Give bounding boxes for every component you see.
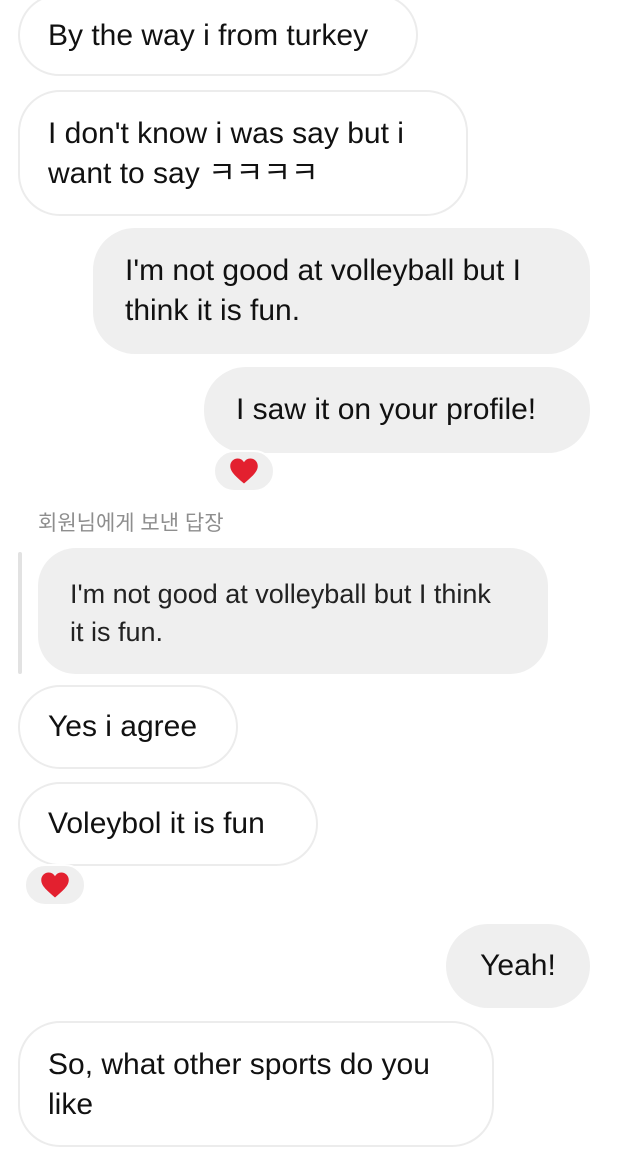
message-bubble-sent[interactable]: Yeah! [446,924,590,1008]
heart-icon [41,872,69,898]
message-text: Voleybol it is fun [48,807,265,840]
message-bubble-received[interactable]: So, what other sports do you like [18,1021,494,1147]
message-text: By the way i from turkey [48,19,369,52]
message-text: I'm not good at volleyball but I think i… [125,254,521,327]
message-bubble-received[interactable]: I don't know i was say but i want to say… [18,90,468,216]
quoted-message-text: I'm not good at volleyball but I think i… [70,579,491,647]
heart-reaction[interactable] [24,864,86,906]
message-bubble-received[interactable]: By the way i from turkey [18,0,418,76]
message-text: So, what other sports do you like [48,1048,430,1121]
message-bubble-sent[interactable]: I saw it on your profile! [204,367,590,453]
heart-reaction[interactable] [213,450,275,492]
message-text: I saw it on your profile! [236,393,537,426]
message-text: Yes i agree [48,710,198,743]
message-bubble-received[interactable]: Yes i agree [18,685,238,769]
message-bubble-received[interactable]: Voleybol it is fun [18,782,318,866]
message-text: Yeah! [480,949,556,982]
heart-icon [230,458,258,484]
message-bubble-sent[interactable]: I'm not good at volleyball but I think i… [93,228,590,354]
reply-quote-bar [18,552,22,674]
quoted-message[interactable]: I'm not good at volleyball but I think i… [38,548,548,674]
reply-label: 회원님에게 보낸 답장 [38,512,224,535]
message-text: I don't know i was say but i want to say… [48,117,404,190]
